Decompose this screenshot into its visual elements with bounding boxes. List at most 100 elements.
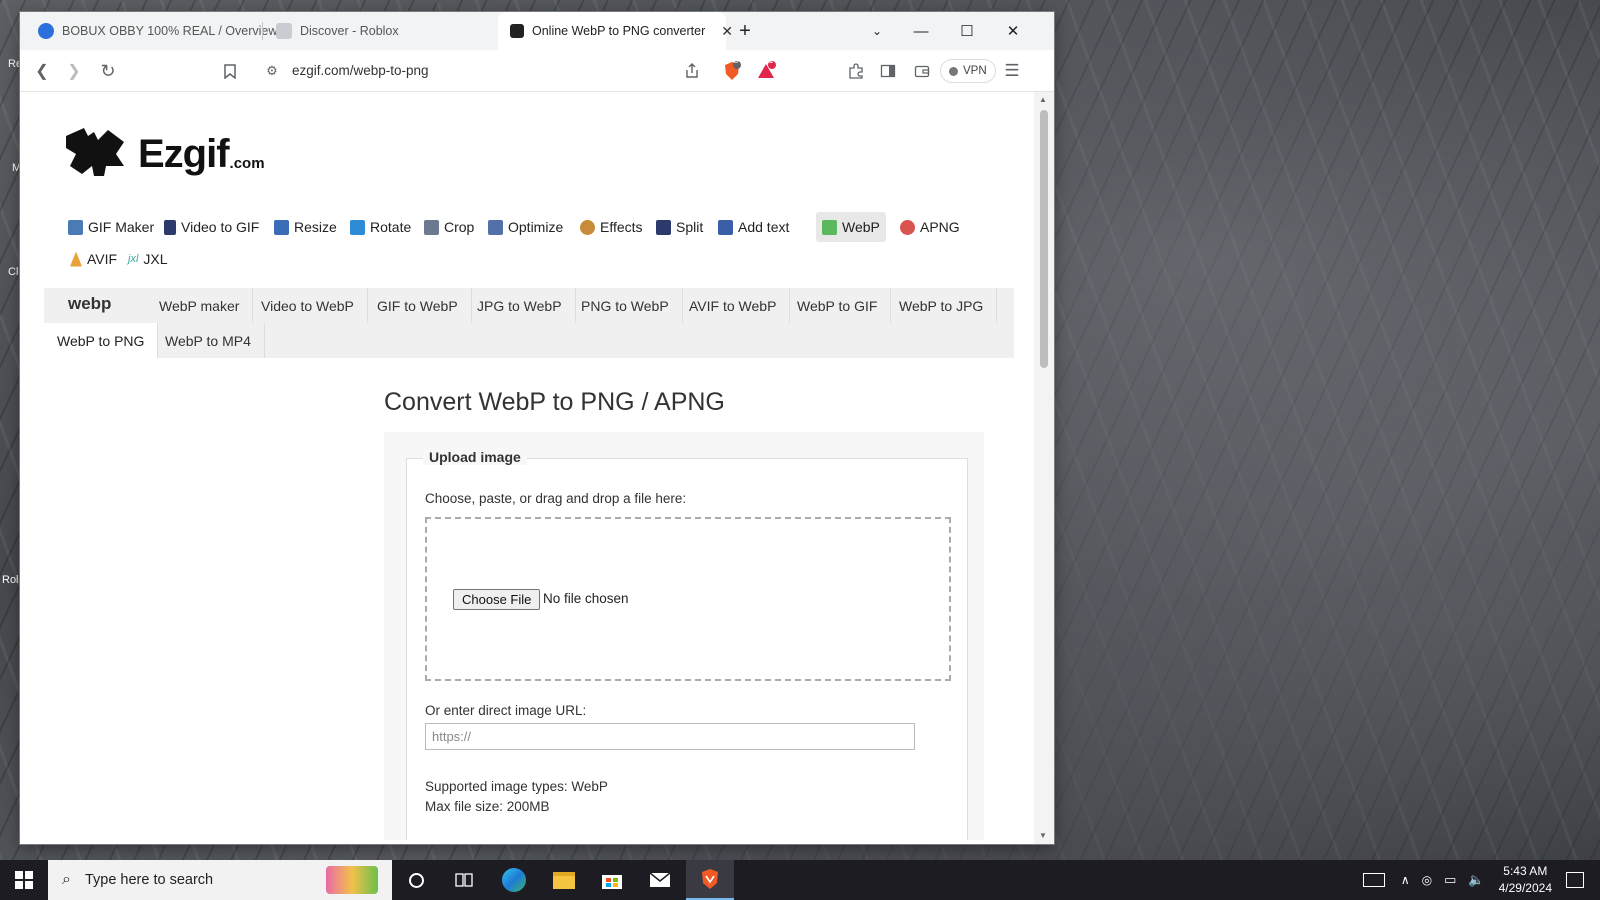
subnav-webp-to-gif[interactable]: WebP to GIF	[784, 288, 892, 323]
share-icon[interactable]	[680, 59, 704, 83]
nav-resize[interactable]: Resize	[268, 212, 343, 242]
maximize-button[interactable]: ☐	[944, 12, 990, 50]
extensions-puzzle-icon[interactable]	[844, 59, 868, 83]
nav-apng[interactable]: APNG	[894, 212, 966, 242]
taskbar-clock[interactable]: 5:43 AM 4/29/2024	[1499, 863, 1552, 897]
mail-icon[interactable]	[636, 860, 684, 900]
subnav-label: WebP to JPG	[899, 297, 984, 314]
address-bar[interactable]: ezgif.com/webp-to-png	[292, 63, 429, 78]
ezgif-puzzle-logo-icon	[64, 126, 126, 178]
menu-hamburger-icon[interactable]: ☰	[1000, 59, 1024, 83]
choose-file-button[interactable]: Choose File	[453, 589, 541, 610]
subnav-gif-to-webp[interactable]: GIF to WebP	[364, 288, 472, 323]
cortana-icon[interactable]	[392, 860, 440, 900]
page-content: Ezgif .com GIF Maker Video to GIF Resize…	[20, 92, 1034, 840]
network-icon[interactable]: ▭	[1444, 872, 1456, 888]
nav-video-to-gif[interactable]: Video to GIF	[158, 212, 265, 242]
avif-icon	[70, 251, 82, 267]
tab-bobux-overview[interactable]: BOBUX OBBY 100% REAL / Overview	[26, 12, 277, 50]
subnav-jpg-to-webp[interactable]: JPG to WebP	[464, 288, 576, 323]
tab-discover-roblox[interactable]: Discover - Roblox	[264, 12, 494, 50]
nav-rotate[interactable]: Rotate	[344, 212, 417, 242]
nav-jxl[interactable]: jxl JXL	[122, 244, 174, 274]
tab-title: Discover - Roblox	[300, 24, 399, 38]
ezgif-logo[interactable]: Ezgif .com	[64, 126, 265, 178]
scrollbar-thumb[interactable]	[1040, 110, 1048, 368]
subnav-label: Video to WebP	[261, 297, 354, 314]
forward-arrow-icon[interactable]: ❯	[62, 59, 86, 83]
nav-avif[interactable]: AVIF	[64, 244, 123, 274]
notification-center-icon[interactable]	[1566, 872, 1584, 888]
subnav-label: PNG to WebP	[581, 297, 669, 314]
volume-muted-icon[interactable]: 🔈	[1468, 872, 1484, 888]
subnav-label: WebP to GIF	[797, 297, 878, 314]
file-dropzone[interactable]: Choose File No file chosen	[425, 517, 951, 681]
nav-webp[interactable]: WebP	[816, 212, 886, 242]
wallet-icon[interactable]	[910, 59, 934, 83]
file-status: No file chosen	[543, 591, 629, 606]
subnav-webp-to-jpg[interactable]: WebP to JPG	[886, 288, 998, 323]
page-scrollbar[interactable]: ▲ ▼	[1034, 92, 1054, 844]
nav-crop[interactable]: Crop	[418, 212, 480, 242]
tab-title: BOBUX OBBY 100% REAL / Overview	[62, 24, 278, 38]
nav-gif-maker[interactable]: GIF Maker	[62, 212, 160, 242]
nav-effects[interactable]: Effects	[574, 212, 649, 242]
desktop-icon-label: Rol	[2, 574, 19, 586]
nav-optimize[interactable]: Optimize	[482, 212, 569, 242]
upload-legend: Upload image	[423, 449, 527, 465]
scroll-up-arrow-icon[interactable]: ▲	[1039, 95, 1047, 104]
taskbar-search-box[interactable]: ⌕ Type here to search	[48, 860, 392, 900]
file-explorer-icon[interactable]	[540, 860, 588, 900]
nav-add-text[interactable]: Add text	[712, 212, 795, 242]
subnav-avif-to-webp[interactable]: AVIF to WebP	[676, 288, 791, 323]
subnav-webp-to-png[interactable]: WebP to PNG	[44, 323, 159, 358]
reload-icon[interactable]: ↻	[96, 59, 120, 83]
nav-label: WebP	[842, 219, 880, 235]
tab-search-chevron-icon[interactable]: ⌄	[854, 12, 900, 50]
site-settings-icon[interactable]: ⚙	[260, 59, 284, 83]
back-arrow-icon[interactable]: ❮	[30, 59, 54, 83]
close-window-button[interactable]: ✕	[990, 12, 1036, 50]
subnav-webp-to-mp4[interactable]: WebP to MP4	[152, 323, 265, 358]
nav-label: GIF Maker	[88, 219, 155, 235]
scroll-down-arrow-icon[interactable]: ▼	[1039, 831, 1047, 840]
webp-logo: webp	[68, 294, 112, 313]
minimize-button[interactable]: —	[898, 12, 944, 50]
subnav-video-to-webp[interactable]: Video to WebP	[248, 288, 368, 323]
vpn-label: VPN	[963, 65, 987, 77]
nav-label: Resize	[294, 219, 337, 235]
tray-expand-chevron-icon[interactable]: ∧	[1401, 873, 1410, 887]
subnav-label: WebP to MP4	[165, 332, 251, 349]
search-icon: ⌕	[62, 871, 71, 888]
clock-date: 4/29/2024	[1498, 881, 1552, 895]
vpn-button[interactable]: VPN	[940, 59, 996, 83]
subnav-label: JPG to WebP	[477, 297, 562, 314]
logo-suffix: .com	[229, 155, 265, 172]
rotate-icon	[350, 219, 365, 235]
task-view-icon[interactable]	[440, 860, 488, 900]
nav-label: Optimize	[508, 219, 564, 235]
subnav-label: AVIF to WebP	[689, 297, 777, 314]
brave-browser-icon[interactable]	[686, 860, 734, 900]
brave-shields-icon[interactable]: 5	[720, 56, 744, 83]
meet-now-icon[interactable]: ◎	[1422, 873, 1432, 887]
nav-split[interactable]: Split	[650, 212, 709, 242]
new-tab-button[interactable]: +	[722, 12, 768, 50]
url-label: Or enter direct image URL:	[425, 703, 587, 718]
brave-rewards-icon[interactable]: 1	[754, 56, 778, 83]
shields-count: 5	[733, 56, 739, 65]
subnav-webp-maker[interactable]: WebP maker	[146, 288, 254, 323]
edge-browser-icon[interactable]	[490, 860, 538, 900]
subnav-png-to-webp[interactable]: PNG to WebP	[568, 288, 683, 323]
nav-label: Crop	[444, 219, 475, 235]
start-button[interactable]	[0, 860, 48, 900]
keyboard-input-icon[interactable]	[1362, 873, 1385, 887]
page-title: Convert WebP to PNG / APNG	[384, 388, 725, 416]
sidebar-toggle-icon[interactable]	[876, 59, 900, 83]
microsoft-store-icon[interactable]	[588, 860, 636, 900]
bookmark-icon[interactable]	[218, 59, 242, 83]
tab-ezgif-converter[interactable]: Online WebP to PNG converter ✕	[498, 12, 733, 50]
image-url-input[interactable]	[425, 723, 915, 750]
vpn-status-icon	[949, 66, 958, 76]
film-icon	[164, 219, 176, 235]
